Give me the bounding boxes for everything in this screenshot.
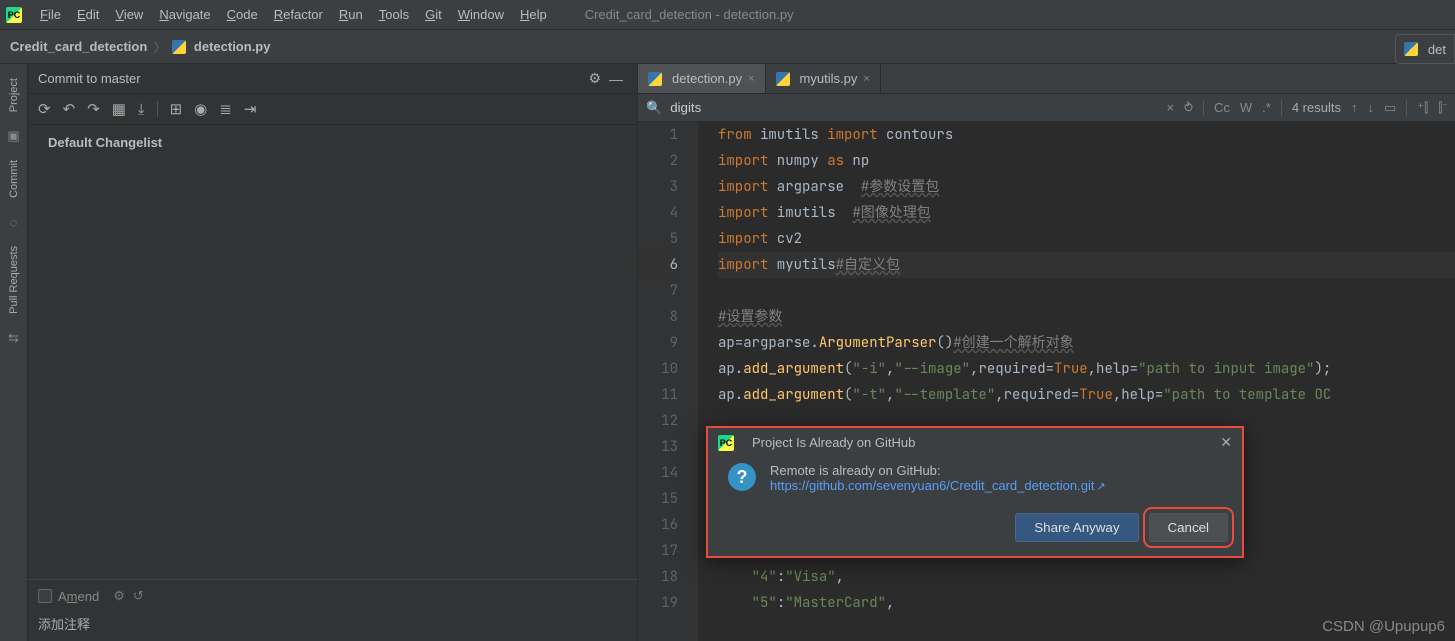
code-lines[interactable]: from imutils import contoursimport numpy… bbox=[698, 122, 1455, 641]
share-anyway-button[interactable]: Share Anyway bbox=[1015, 513, 1138, 542]
diff-icon[interactable]: ▦ bbox=[112, 100, 126, 118]
add-selection-icon[interactable]: ⁺⫿ bbox=[1417, 100, 1428, 116]
menu-tools[interactable]: Tools bbox=[371, 0, 417, 30]
breadcrumb: Credit_card_detection 〉 detection.py bbox=[10, 37, 270, 56]
show-icon[interactable]: ◉ bbox=[194, 100, 207, 118]
minimize-icon[interactable]: — bbox=[605, 71, 627, 87]
python-file-icon bbox=[776, 72, 790, 86]
changelist[interactable]: Default Changelist bbox=[28, 125, 637, 579]
more-icon[interactable]: ⫿⁻ bbox=[1438, 100, 1447, 116]
editor-tab[interactable]: myutils.py× bbox=[766, 64, 881, 93]
menu-help[interactable]: Help bbox=[512, 0, 555, 30]
external-link-icon: ↗ bbox=[1096, 481, 1105, 493]
dialog-title: Project Is Already on GitHub bbox=[752, 435, 915, 450]
redo-icon[interactable]: ↷ bbox=[87, 100, 100, 118]
find-input[interactable] bbox=[670, 100, 1020, 115]
undo-icon[interactable]: ↶ bbox=[63, 100, 76, 118]
pycharm-icon: PC bbox=[6, 7, 22, 23]
collapse-icon[interactable]: ⇥ bbox=[244, 100, 257, 118]
next-match-icon[interactable]: ↓ bbox=[1367, 100, 1374, 115]
chevron-right-icon: 〉 bbox=[153, 37, 166, 56]
menu-run[interactable]: Run bbox=[331, 0, 371, 30]
code-editor[interactable]: 12345678910111213141516171819 from imuti… bbox=[638, 122, 1455, 641]
menubar: PC FileEditViewNavigateCodeRefactorRunTo… bbox=[0, 0, 1455, 30]
commit-footer: Amend ⚙ ↺ 添加注释 bbox=[28, 579, 637, 641]
menu-refactor[interactable]: Refactor bbox=[266, 0, 331, 30]
commit-icon[interactable]: ◌ bbox=[6, 214, 22, 230]
changelist-label: Default Changelist bbox=[48, 135, 162, 150]
gear-icon[interactable]: ⚙ bbox=[584, 70, 605, 87]
commit-tool-window: Commit to master ⚙ — ⟳ ↶ ↷ ▦ ⤓ ⊞ ◉ ≣ ⇥ D… bbox=[28, 64, 638, 641]
question-icon: ? bbox=[728, 463, 756, 491]
menu-window[interactable]: Window bbox=[450, 0, 512, 30]
match-case-toggle[interactable]: Cc bbox=[1214, 100, 1230, 115]
window-title: Credit_card_detection - detection.py bbox=[585, 7, 794, 22]
whole-word-toggle[interactable]: W bbox=[1240, 100, 1252, 115]
menu-file[interactable]: File bbox=[32, 0, 69, 30]
separator bbox=[1203, 100, 1204, 116]
python-file-icon bbox=[172, 40, 186, 54]
expand-icon[interactable]: ≣ bbox=[219, 100, 232, 118]
separator bbox=[1281, 100, 1282, 116]
history-icon[interactable]: ↺ bbox=[133, 588, 144, 604]
regex-toggle[interactable]: .* bbox=[1262, 100, 1271, 115]
menu-git[interactable]: Git bbox=[417, 0, 450, 30]
navigation-bar: Credit_card_detection 〉 detection.py bbox=[0, 30, 1455, 64]
rail-tab-project[interactable]: Project bbox=[6, 68, 22, 122]
dialog-link[interactable]: https://github.com/sevenyuan6/Credit_car… bbox=[770, 478, 1106, 493]
cancel-button[interactable]: Cancel bbox=[1149, 513, 1229, 542]
pull-request-icon[interactable]: ⇆ bbox=[6, 330, 22, 346]
breadcrumb-file[interactable]: detection.py bbox=[172, 39, 270, 55]
filter-icon[interactable]: ⥁ bbox=[1184, 100, 1193, 116]
group-icon[interactable]: ⊞ bbox=[170, 100, 183, 118]
close-icon[interactable]: ✕ bbox=[1220, 434, 1232, 451]
menu-edit[interactable]: Edit bbox=[69, 0, 107, 30]
folder-icon[interactable]: ▣ bbox=[6, 128, 22, 144]
dialog-titlebar: PC Project Is Already on GitHub ✕ bbox=[708, 428, 1242, 457]
commit-title: Commit to master bbox=[38, 71, 584, 86]
shelve-icon[interactable]: ⤓ bbox=[138, 101, 145, 118]
rail-tab-pull-requests[interactable]: Pull Requests bbox=[6, 236, 22, 324]
watermark: CSDN @Upupup6 bbox=[1322, 618, 1445, 635]
editor-tab[interactable]: detection.py× bbox=[638, 64, 766, 93]
find-bar: 🔍 × ⥁ Cc W .* 4 results ↑ ↓ ▭ ⁺⫿ ⫿⁻ bbox=[638, 94, 1455, 122]
amend-checkbox[interactable] bbox=[38, 589, 52, 603]
menu-view[interactable]: View bbox=[107, 0, 151, 30]
refresh-icon[interactable]: ⟳ bbox=[38, 100, 51, 118]
separator bbox=[1406, 100, 1407, 116]
gear-icon[interactable]: ⚙ bbox=[113, 588, 125, 604]
amend-label: Amend bbox=[58, 589, 99, 604]
select-all-icon[interactable]: ▭ bbox=[1384, 100, 1396, 116]
find-results-count: 4 results bbox=[1292, 100, 1341, 115]
separator bbox=[157, 101, 158, 117]
python-file-icon bbox=[648, 72, 662, 86]
clear-icon[interactable]: × bbox=[1166, 100, 1174, 115]
search-icon: 🔍 bbox=[646, 100, 662, 116]
run-config-chip[interactable]: det bbox=[1395, 34, 1455, 64]
editor-tabs: detection.py×myutils.py× bbox=[638, 64, 1455, 94]
breadcrumb-project[interactable]: Credit_card_detection bbox=[10, 39, 147, 54]
menu-code[interactable]: Code bbox=[219, 0, 266, 30]
gutter: 12345678910111213141516171819 bbox=[638, 122, 698, 641]
dialog-message: Remote is already on GitHub: bbox=[770, 463, 1106, 478]
run-config-label: det bbox=[1428, 42, 1446, 57]
close-icon[interactable]: × bbox=[863, 73, 869, 85]
commit-header: Commit to master ⚙ — bbox=[28, 64, 637, 94]
python-file-icon bbox=[1404, 42, 1418, 56]
menu-navigate[interactable]: Navigate bbox=[151, 0, 218, 30]
close-icon[interactable]: × bbox=[748, 73, 754, 85]
commit-toolbar: ⟳ ↶ ↷ ▦ ⤓ ⊞ ◉ ≣ ⇥ bbox=[28, 94, 637, 125]
github-share-dialog: PC Project Is Already on GitHub ✕ ? Remo… bbox=[706, 426, 1244, 558]
pycharm-icon: PC bbox=[718, 435, 734, 451]
tool-window-rail: Project ▣ Commit ◌ Pull Requests ⇆ bbox=[0, 64, 28, 641]
rail-tab-commit[interactable]: Commit bbox=[6, 150, 22, 208]
commit-message-input[interactable]: 添加注释 bbox=[38, 614, 627, 633]
prev-match-icon[interactable]: ↑ bbox=[1351, 100, 1358, 115]
